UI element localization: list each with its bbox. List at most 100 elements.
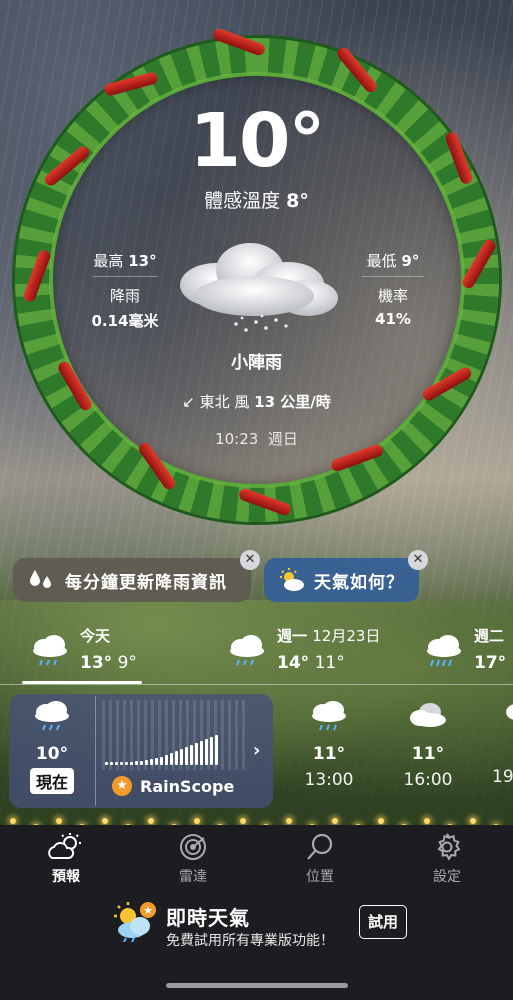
rain-bar: [145, 760, 148, 765]
hour-temp: 11°: [312, 744, 346, 764]
rain-bar: [155, 758, 158, 765]
low-value: 9°: [401, 252, 420, 270]
day-name-text: 週一: [277, 627, 308, 645]
rainscope-link[interactable]: ★ RainScope: [112, 776, 234, 796]
feels-like-label: 體感溫度: [204, 190, 281, 212]
rain-bar: [120, 762, 123, 765]
hour-temp: 10°: [35, 744, 69, 764]
rain-bar: [185, 747, 188, 765]
light-bulb: [378, 818, 384, 824]
tab-settings-label: 設定: [433, 869, 461, 885]
heavy-rain-cloud-icon: [427, 635, 461, 667]
weather-question-chip[interactable]: 天氣如何？: [264, 558, 419, 602]
time-value: 10:23: [215, 430, 259, 448]
rain-bar: [150, 759, 153, 765]
tab-radar[interactable]: 雷達: [153, 832, 233, 886]
tab-location[interactable]: 位置: [280, 832, 360, 886]
hour-temp: 11°: [411, 744, 445, 764]
rain-bar: [130, 762, 133, 765]
rain-bar: [140, 761, 143, 765]
rain-bar: [175, 751, 178, 765]
close-icon[interactable]: ✕: [240, 550, 260, 570]
rain-cloud-icon: [230, 635, 264, 666]
tab-forecast[interactable]: 預報: [26, 832, 106, 886]
close-icon[interactable]: ✕: [408, 550, 428, 570]
wind-arrow-icon: ↙: [182, 393, 195, 411]
hourly-item: 11° 13:00: [294, 700, 364, 790]
light-bulb: [148, 818, 154, 824]
weather-question-chip-label: 天氣如何？: [314, 572, 404, 593]
precip-value: 0.14毫米: [91, 312, 159, 330]
feels-like: 體感溫度 8°: [0, 186, 513, 213]
rain-bar: [170, 753, 173, 765]
star-icon: ★: [112, 776, 132, 796]
day-temps: 17°: [474, 653, 506, 673]
high-temp: 最高 13°: [88, 250, 162, 271]
light-bulb: [102, 818, 108, 824]
rain-chance: 機率 41%: [360, 285, 426, 328]
minute-rain-chip-label: 每分鐘更新降雨資訊: [65, 572, 227, 593]
day-temps: 14° 11°: [277, 653, 345, 673]
day-high: 17°: [474, 653, 507, 673]
chance-label: 機率: [377, 287, 408, 305]
rain-bar: [205, 739, 208, 765]
minute-rain-chip[interactable]: 每分鐘更新降雨資訊: [13, 558, 251, 602]
hour-label: 16:00: [403, 770, 453, 790]
radar-icon: [180, 834, 206, 860]
rain-bar: [190, 745, 193, 765]
chevron-right-icon[interactable]: ›: [253, 740, 260, 761]
rain-cloud-icon: [33, 635, 67, 666]
chance-value: 41%: [375, 310, 411, 328]
divider: [0, 684, 513, 685]
tab-settings[interactable]: 設定: [407, 832, 487, 886]
cloudy-icon: [410, 703, 446, 727]
tab-location-label: 位置: [306, 869, 334, 885]
wind-info: ↙ 東北 風 13 公里/時: [0, 391, 513, 412]
light-bulb: [56, 818, 62, 824]
condition-text: 小陣雨: [231, 353, 282, 373]
cloud-sun-icon: [48, 833, 81, 859]
rainscope-label: RainScope: [140, 776, 235, 796]
light-bulb: [286, 818, 292, 824]
light-bulb: [10, 818, 16, 824]
tab-radar-label: 雷達: [179, 869, 207, 885]
low-label: 最低: [366, 252, 397, 270]
rain-bar: [180, 749, 183, 765]
rain-bar: [105, 762, 108, 765]
home-indicator[interactable]: [166, 983, 348, 988]
high-value: 13°: [128, 252, 157, 270]
wind-speed: 13 公里/時: [254, 393, 331, 411]
rain-intensity-bars: [105, 733, 250, 765]
day-name: 今天: [80, 627, 111, 645]
promo-subtitle: 免費試用所有專業版功能！: [166, 933, 334, 949]
day-low: 9°: [117, 653, 137, 673]
observation-time: 10:23 週日: [0, 428, 513, 449]
day-name: 週一 12月23日: [277, 625, 380, 646]
daily-item-tuesday[interactable]: 週二 17°: [424, 625, 513, 675]
raindrops-icon: [30, 570, 51, 588]
precipitation: 降雨 0.14毫米: [82, 285, 168, 331]
rain-cloud-icon: [506, 704, 513, 720]
gear-icon: [437, 833, 461, 861]
rain-bar: [135, 761, 138, 765]
rain-bar: [165, 755, 168, 765]
rain-bar: [210, 737, 213, 765]
divider: [95, 696, 96, 806]
hourly-item: 19: [492, 700, 513, 787]
low-temp: 最低 9°: [360, 250, 426, 271]
rain-bar: [110, 762, 113, 765]
light-bulb: [194, 818, 200, 824]
promo-title: 即時天氣: [166, 906, 250, 930]
rain-bar: [115, 762, 118, 765]
rain-bar: [215, 735, 218, 765]
rain-bar: [200, 741, 203, 765]
hourly-now: 10° 現在: [17, 700, 87, 794]
hour-label: 13:00: [304, 770, 354, 790]
day-temps: 13° 9°: [80, 653, 137, 673]
now-badge: 現在: [29, 768, 74, 794]
live-weather-promo-icon: ★: [114, 902, 156, 942]
day-high: 13°: [80, 653, 113, 673]
day-high: 14°: [277, 653, 310, 673]
try-button[interactable]: 試用: [359, 905, 407, 939]
rain-cloud-icon: [35, 701, 69, 731]
